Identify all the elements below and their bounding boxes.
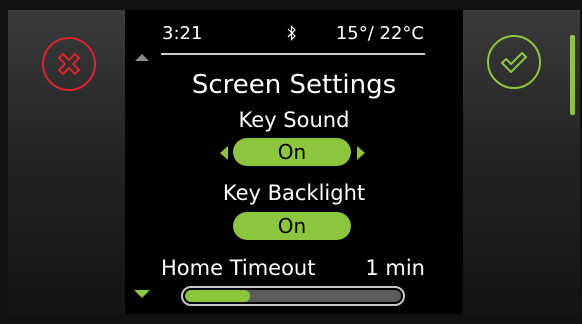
scroll-up-arrow-icon[interactable] bbox=[135, 54, 149, 61]
key-sound-next-arrow-icon[interactable] bbox=[357, 146, 365, 160]
status-divider bbox=[161, 53, 425, 55]
home-timeout-value: 1 min bbox=[365, 256, 425, 280]
key-sound-value: On bbox=[277, 140, 307, 164]
confirm-button[interactable] bbox=[487, 35, 541, 89]
home-timeout-label: Home Timeout bbox=[161, 256, 316, 280]
slider-track bbox=[185, 290, 401, 302]
scroll-down-arrow-icon[interactable] bbox=[134, 290, 150, 298]
clock-time: 3:21 bbox=[162, 23, 203, 44]
slider-fill bbox=[185, 290, 250, 302]
key-backlight-value: On bbox=[277, 214, 307, 238]
key-sound-toggle[interactable]: On bbox=[233, 138, 351, 166]
cancel-button[interactable] bbox=[42, 37, 96, 91]
key-backlight-label: Key Backlight bbox=[222, 181, 366, 205]
status-bar: 3:21 15°/ 22°C bbox=[162, 21, 424, 47]
bluetooth-icon bbox=[287, 25, 297, 46]
key-sound-label: Key Sound bbox=[238, 108, 350, 132]
checkmark-circle-icon bbox=[501, 52, 527, 73]
page-title: Screen Settings bbox=[191, 70, 397, 100]
home-timeout-slider[interactable] bbox=[181, 286, 405, 306]
x-circle-icon bbox=[58, 53, 80, 75]
display-screen: 3:21 15°/ 22°C Screen Settings Key Sound… bbox=[125, 10, 463, 314]
key-sound-prev-arrow-icon[interactable] bbox=[220, 146, 228, 160]
temperature-readout: 15°/ 22°C bbox=[335, 23, 424, 44]
device-frame: 3:21 15°/ 22°C Screen Settings Key Sound… bbox=[0, 0, 582, 324]
scrollbar[interactable] bbox=[570, 35, 575, 115]
key-backlight-toggle[interactable]: On bbox=[233, 212, 351, 240]
